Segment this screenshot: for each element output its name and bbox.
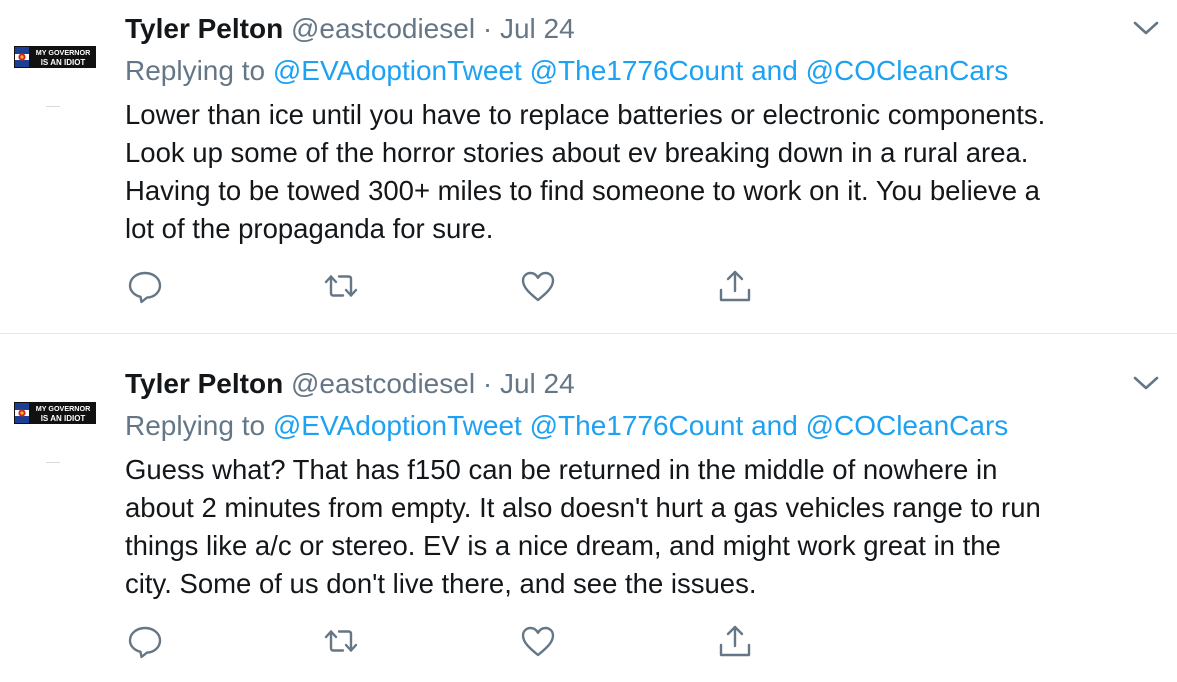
tweet-text-line: Guess what? That has f150 can be returne… xyxy=(125,454,998,485)
tweet-header: Tyler Pelton @eastcodiesel · Jul 24 xyxy=(125,12,575,46)
share-button[interactable] xyxy=(715,623,755,659)
tweet-text-line: Look up some of the horror stories about… xyxy=(125,137,1029,168)
like-button[interactable] xyxy=(518,268,558,304)
action-bar xyxy=(125,623,765,659)
share-icon xyxy=(719,270,751,302)
tweet-text: Lower than ice until you have to replace… xyxy=(125,96,1170,248)
heart-icon xyxy=(521,626,555,657)
svg-text:MY GOVERNOR: MY GOVERNOR xyxy=(36,48,91,57)
avatar-divider xyxy=(46,106,60,107)
replying-to: Replying to @EVAdoptionTweet @The1776Cou… xyxy=(125,409,1008,443)
mention-link[interactable]: @The1776Count xyxy=(530,55,744,86)
svg-text:IS AN IDIOT: IS AN IDIOT xyxy=(41,58,86,67)
replying-label: Replying to xyxy=(125,410,266,441)
chevron-down-icon[interactable] xyxy=(1131,16,1161,40)
tweet[interactable]: MY GOVERNOR IS AN IDIOT Tyler Pelton @ea… xyxy=(0,334,1177,682)
heart-icon xyxy=(521,271,555,302)
retweet-icon xyxy=(324,275,358,297)
reply-button[interactable] xyxy=(125,268,165,304)
tweet-text-line: lot of the propaganda for sure. xyxy=(125,213,494,244)
avatar[interactable]: MY GOVERNOR IS AN IDIOT xyxy=(14,402,96,424)
tweet-text-line: things like a/c or stereo. EV is a nice … xyxy=(125,530,1001,561)
share-icon xyxy=(719,625,751,657)
author-handle[interactable]: @eastcodiesel xyxy=(291,13,475,44)
tweet-text-line: Lower than ice until you have to replace… xyxy=(125,99,1046,130)
avatar[interactable]: MY GOVERNOR IS AN IDIOT xyxy=(14,46,96,68)
tweet-text-line: city. Some of us don't live there, and s… xyxy=(125,568,757,599)
separator-dot: · xyxy=(482,368,493,399)
share-button[interactable] xyxy=(715,268,755,304)
tweet-text: Guess what? That has f150 can be returne… xyxy=(125,451,1170,603)
retweet-button[interactable] xyxy=(321,268,361,304)
mention-joiner: and xyxy=(751,55,798,86)
author-name[interactable]: Tyler Pelton xyxy=(125,368,283,399)
tweet-header: Tyler Pelton @eastcodiesel · Jul 24 xyxy=(125,367,575,401)
mention-link[interactable]: @EVAdoptionTweet xyxy=(273,55,522,86)
tweet-date[interactable]: Jul 24 xyxy=(500,368,575,399)
like-button[interactable] xyxy=(518,623,558,659)
mention-link[interactable]: @COCleanCars xyxy=(806,410,1009,441)
svg-text:IS AN IDIOT: IS AN IDIOT xyxy=(41,414,86,423)
reply-icon xyxy=(128,626,162,659)
tweet-text-line: Having to be towed 300+ miles to find so… xyxy=(125,175,1040,206)
action-bar xyxy=(125,268,765,304)
reply-icon xyxy=(128,271,162,304)
svg-text:MY GOVERNOR: MY GOVERNOR xyxy=(36,404,91,413)
replying-label: Replying to xyxy=(125,55,266,86)
mention-link[interactable]: @COCleanCars xyxy=(806,55,1009,86)
replying-to: Replying to @EVAdoptionTweet @The1776Cou… xyxy=(125,54,1008,88)
tweet-date[interactable]: Jul 24 xyxy=(500,13,575,44)
retweet-button[interactable] xyxy=(321,623,361,659)
mention-link[interactable]: @EVAdoptionTweet xyxy=(273,410,522,441)
retweet-icon xyxy=(324,630,358,652)
separator-dot: · xyxy=(482,13,493,44)
mention-joiner: and xyxy=(751,410,798,441)
tweet-text-line: about 2 minutes from empty. It also does… xyxy=(125,492,1041,523)
avatar-divider xyxy=(46,462,60,463)
author-name[interactable]: Tyler Pelton xyxy=(125,13,283,44)
chevron-down-icon[interactable] xyxy=(1131,371,1161,395)
mention-link[interactable]: @The1776Count xyxy=(530,410,744,441)
reply-button[interactable] xyxy=(125,623,165,659)
author-handle[interactable]: @eastcodiesel xyxy=(291,368,475,399)
tweet[interactable]: MY GOVERNOR IS AN IDIOT Tyler Pelton @ea… xyxy=(0,0,1177,334)
